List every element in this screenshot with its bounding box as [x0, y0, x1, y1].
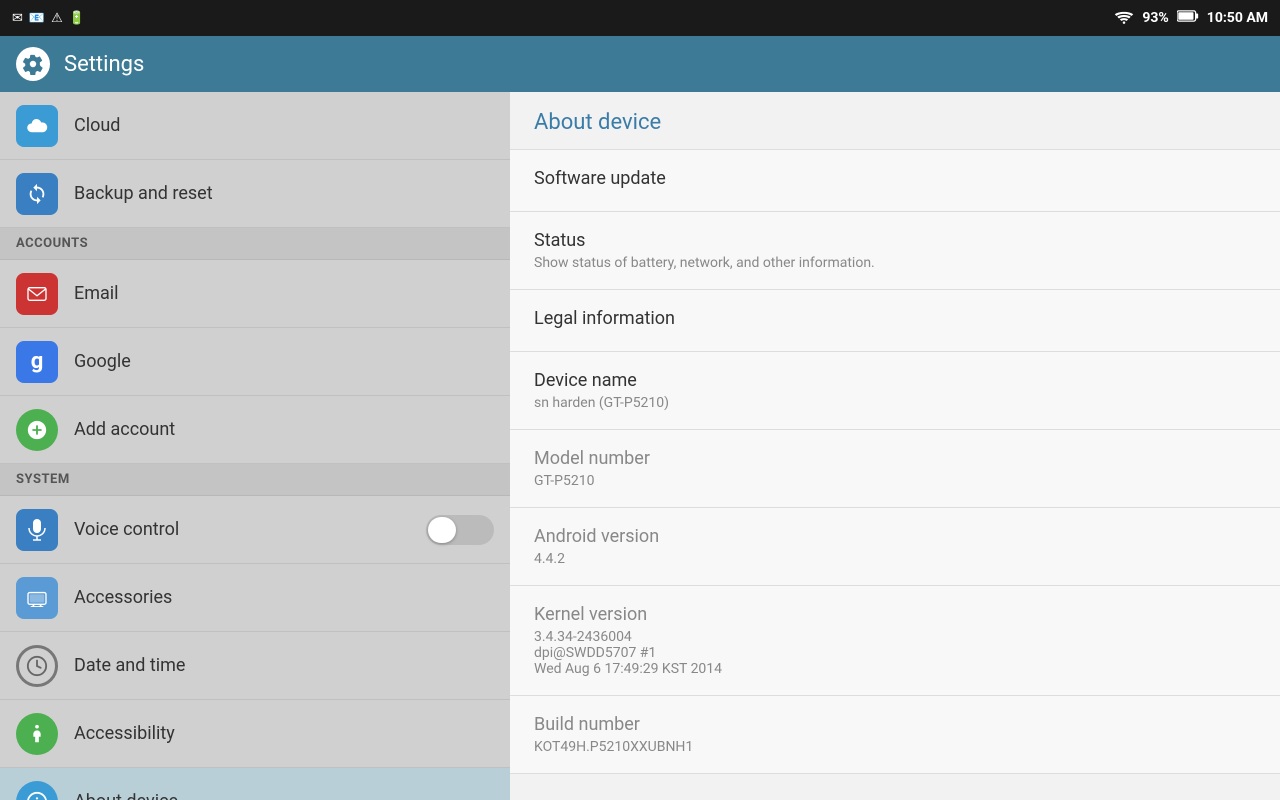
legal-title: Legal information	[534, 308, 1256, 329]
alert-icon: ⚠	[51, 11, 63, 26]
status-bar-left: ✉ 📧 ⚠ 🔋	[12, 11, 85, 26]
status-bar: ✉ 📧 ⚠ 🔋 93% 10:50 AM	[0, 0, 1280, 36]
sidebar-item-voice-label: Voice control	[74, 519, 179, 540]
google-icon: g	[16, 341, 58, 383]
content-item-status[interactable]: Status Show status of battery, network, …	[510, 212, 1280, 290]
sidebar-item-accessories[interactable]: Accessories	[0, 564, 510, 632]
sidebar-item-accessibility[interactable]: Accessibility	[0, 700, 510, 768]
voice-control-toggle[interactable]	[426, 515, 494, 545]
accessories-icon	[16, 577, 58, 619]
sidebar-item-voice-control[interactable]: Voice control	[0, 496, 510, 564]
about-device-icon	[16, 781, 58, 800]
build-number-subtitle: KOT49H.P5210XXUBNH1	[534, 739, 1256, 755]
sidebar-item-email-label: Email	[74, 283, 119, 304]
wifi-icon	[1114, 8, 1134, 28]
content-item-model-number[interactable]: Model number GT-P5210	[510, 430, 1280, 508]
content-item-build-number[interactable]: Build number KOT49H.P5210XXUBNH1	[510, 696, 1280, 774]
sidebar-item-cloud[interactable]: Cloud	[0, 92, 510, 160]
android-version-title: Android version	[534, 526, 1256, 547]
content-panel: About device Software update Status Show…	[510, 92, 1280, 800]
sidebar-item-add-account-label: Add account	[74, 419, 175, 440]
sidebar-item-google-label: Google	[74, 351, 131, 372]
date-time-icon	[16, 645, 58, 687]
email-icon: 📧	[29, 11, 45, 26]
sidebar-item-date-time[interactable]: Date and time	[0, 632, 510, 700]
status-subtitle: Show status of battery, network, and oth…	[534, 255, 1256, 271]
sidebar-item-backup[interactable]: Backup and reset	[0, 160, 510, 228]
content-item-android-version[interactable]: Android version 4.4.2	[510, 508, 1280, 586]
device-name-subtitle: sn harden (GT-P5210)	[534, 395, 1256, 411]
kernel-version-title: Kernel version	[534, 604, 1256, 625]
add-account-icon	[16, 409, 58, 451]
content-header: About device	[510, 92, 1280, 150]
voice-control-icon	[16, 509, 58, 551]
content-title: About device	[534, 110, 661, 135]
model-number-subtitle: GT-P5210	[534, 473, 1256, 489]
device-name-title: Device name	[534, 370, 1256, 391]
battery-status-icon: 🔋	[69, 11, 85, 26]
sidebar-item-add-account[interactable]: Add account	[0, 396, 510, 464]
msg-icon: ✉	[12, 11, 23, 26]
model-number-title: Model number	[534, 448, 1256, 469]
sidebar: Cloud Backup and reset ACCOUNTS Email	[0, 92, 510, 800]
accessibility-icon	[16, 713, 58, 755]
sidebar-item-about-device[interactable]: About device	[0, 768, 510, 800]
sidebar-item-google[interactable]: g Google	[0, 328, 510, 396]
email-icon	[16, 273, 58, 315]
backup-icon	[16, 173, 58, 215]
main-layout: Cloud Backup and reset ACCOUNTS Email	[0, 92, 1280, 800]
kernel-version-subtitle: 3.4.34-2436004 dpi@SWDD5707 #1 Wed Aug 6…	[534, 629, 1256, 677]
software-update-title: Software update	[534, 168, 1256, 189]
content-item-legal[interactable]: Legal information	[510, 290, 1280, 352]
content-item-device-name[interactable]: Device name sn harden (GT-P5210)	[510, 352, 1280, 430]
sidebar-item-about-device-label: About device	[74, 791, 178, 800]
battery-percent: 93%	[1142, 10, 1168, 26]
battery-icon	[1177, 9, 1199, 27]
system-section-header: SYSTEM	[0, 464, 510, 496]
status-title: Status	[534, 230, 1256, 251]
clock: 10:50 AM	[1207, 10, 1268, 26]
content-item-kernel-version[interactable]: Kernel version 3.4.34-2436004 dpi@SWDD57…	[510, 586, 1280, 696]
status-bar-right: 93% 10:50 AM	[1114, 8, 1268, 28]
sidebar-item-accessories-label: Accessories	[74, 587, 172, 608]
accounts-section-header: ACCOUNTS	[0, 228, 510, 260]
sidebar-item-email[interactable]: Email	[0, 260, 510, 328]
settings-icon	[16, 47, 50, 81]
content-item-software-update[interactable]: Software update	[510, 150, 1280, 212]
header-title: Settings	[64, 52, 144, 77]
toggle-knob	[428, 517, 456, 543]
sidebar-item-backup-label: Backup and reset	[74, 183, 213, 204]
sidebar-item-cloud-label: Cloud	[74, 115, 120, 136]
build-number-title: Build number	[534, 714, 1256, 735]
android-version-subtitle: 4.4.2	[534, 551, 1256, 567]
sidebar-item-accessibility-label: Accessibility	[74, 723, 175, 744]
sidebar-item-date-time-label: Date and time	[74, 655, 185, 676]
app-header: Settings	[0, 36, 1280, 92]
cloud-icon	[16, 105, 58, 147]
